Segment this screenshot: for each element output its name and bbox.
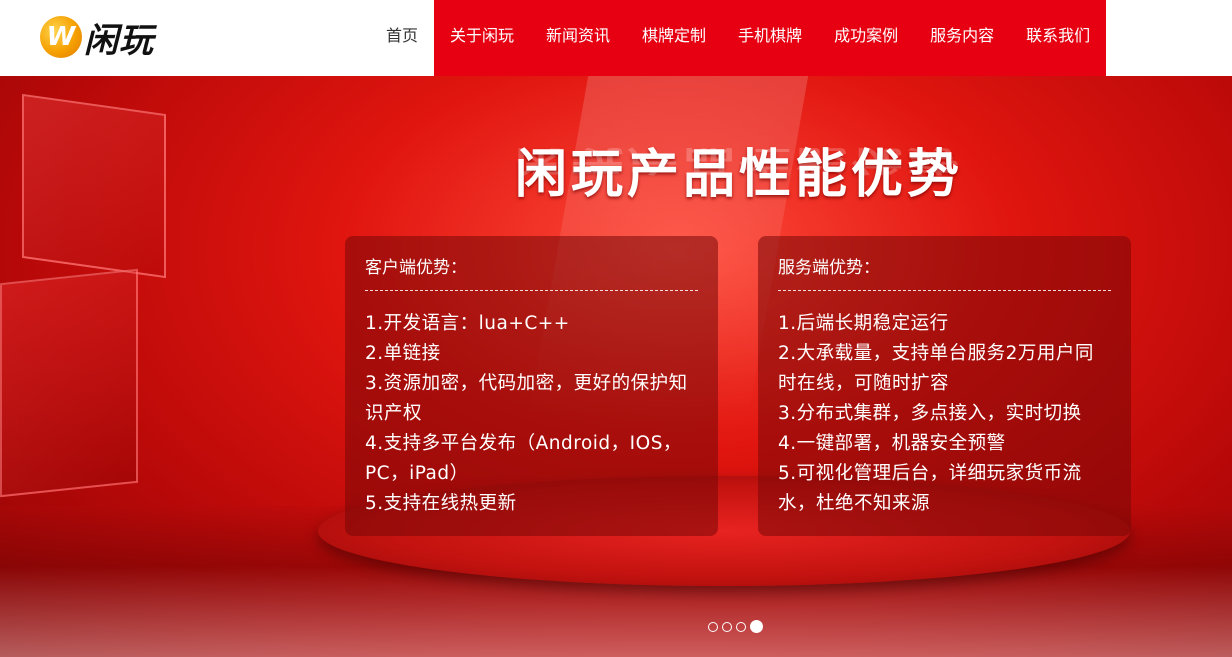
decorative-panel [0, 268, 138, 498]
nav-item-mobile[interactable]: 手机棋牌 [722, 0, 818, 76]
carousel-dot-4-active[interactable] [750, 620, 763, 633]
nav-item-about[interactable]: 关于闲玩 [434, 0, 530, 76]
list-item: 3.资源加密，代码加密，更好的保护知识产权 [365, 373, 688, 424]
carousel-dot-3[interactable] [736, 621, 746, 632]
carousel-pagination [708, 620, 763, 633]
server-card-title: 服务端优势： [778, 258, 880, 278]
list-item: 3.分布式集群，多点接入，实时切换 [778, 403, 1082, 424]
nav-item-contact[interactable]: 联系我们 [1010, 0, 1106, 76]
nav-red-group: 关于闲玩 新闻资讯 棋牌定制 手机棋牌 成功案例 服务内容 联系我们 [434, 0, 1107, 76]
list-item: 1.后端长期稳定运行 [778, 313, 949, 334]
logo-mark-icon: W [40, 16, 82, 58]
nav-item-services[interactable]: 服务内容 [914, 0, 1010, 76]
list-item: 1.开发语言：lua+C++ [365, 313, 570, 334]
list-item: 2.单链接 [365, 343, 441, 364]
nav-item-news[interactable]: 新闻资讯 [530, 0, 626, 76]
banner-title-reflection: 闲玩产品性能优势 [514, 143, 963, 177]
nav-item-custom[interactable]: 棋牌定制 [626, 0, 722, 76]
server-advantages-card: 服务端优势： 1.后端长期稳定运行 2.大承载量，支持单台服务2万用户同时在线，… [758, 236, 1131, 536]
carousel-dot-1[interactable] [708, 621, 718, 632]
hero-banner[interactable]: 闲玩产品性能优势 闲玩产品性能优势 客户端优势： 1.开发语言：lua+C++ … [0, 76, 1232, 657]
client-advantages-list: 1.开发语言：lua+C++ 2.单链接 3.资源加密，代码加密，更好的保护知识… [365, 309, 698, 519]
divider [365, 290, 698, 291]
logo-text: 闲玩 [84, 20, 154, 61]
carousel-dot-2[interactable] [722, 621, 732, 632]
server-advantages-list: 1.后端长期稳定运行 2.大承载量，支持单台服务2万用户同时在线，可随时扩容 3… [778, 309, 1111, 519]
nav-item-home[interactable]: 首页 [370, 0, 434, 76]
top-header: W 闲玩 首页 关于闲玩 新闻资讯 棋牌定制 手机棋牌 成功案例 服务内容 联系… [0, 0, 1232, 76]
main-nav: 首页 关于闲玩 新闻资讯 棋牌定制 手机棋牌 成功案例 服务内容 联系我们 [370, 0, 1107, 76]
site-logo[interactable]: W 闲玩 [40, 14, 154, 61]
list-item: 2.大承载量，支持单台服务2万用户同时在线，可随时扩容 [778, 343, 1094, 394]
nav-item-cases[interactable]: 成功案例 [818, 0, 914, 76]
list-item: 5.支持在线热更新 [365, 493, 517, 514]
list-item: 4.支持多平台发布（Android，IOS，PC，iPad） [365, 433, 682, 484]
list-item: 5.可视化管理后台，详细玩家货币流水，杜绝不知来源 [778, 463, 1082, 514]
list-item: 4.一键部署，机器安全预警 [778, 433, 1006, 454]
client-advantages-card: 客户端优势： 1.开发语言：lua+C++ 2.单链接 3.资源加密，代码加密，… [345, 236, 718, 536]
client-card-title: 客户端优势： [365, 258, 467, 278]
divider [778, 290, 1111, 291]
